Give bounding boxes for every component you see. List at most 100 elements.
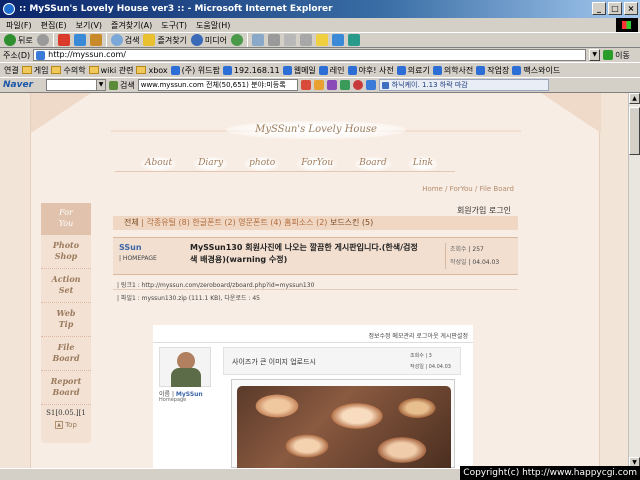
link-webmail[interactable]: 웹메일: [282, 65, 316, 76]
inner-homepage: Homepage: [159, 397, 187, 403]
link-wiki[interactable]: wiki 관련: [88, 65, 133, 76]
vertical-scrollbar[interactable]: ▲ ▼: [628, 93, 640, 468]
edit-icon[interactable]: [284, 34, 297, 46]
sidebar-item-web-tip[interactable]: Web Tip: [41, 303, 91, 337]
home-icon[interactable]: [89, 34, 102, 46]
maximize-button[interactable]: □: [608, 2, 622, 15]
link-veterinary[interactable]: 수의학: [51, 65, 86, 76]
news-ticker[interactable]: 하닉케이. 1.13 하락 마감: [378, 79, 549, 91]
menu-tools[interactable]: 도구(T): [161, 20, 187, 31]
site-title[interactable]: MySSun's Lovely House: [31, 124, 601, 135]
photo-frame: [231, 379, 455, 468]
go-button[interactable]: 이동: [603, 50, 630, 61]
link-rain[interactable]: 레인: [318, 65, 345, 76]
naver-search-select[interactable]: ▼: [46, 79, 106, 91]
ie-page-icon: [432, 65, 442, 75]
link-workshop[interactable]: 작업장: [476, 65, 509, 76]
hits-value: | 257: [468, 246, 484, 253]
naver-cafe-icon[interactable]: [326, 80, 337, 90]
inner-divider: [153, 342, 473, 343]
visit-counter: S1[0.05.][1: [46, 409, 86, 417]
post-link-url[interactable]: | 링크1 : http://myssun.com/zeroboard/zboa…: [117, 280, 314, 289]
print-icon[interactable]: [268, 34, 281, 46]
naver-news-icon[interactable]: [365, 80, 376, 90]
favorites-button[interactable]: 즐겨찾기: [143, 34, 187, 46]
naver-blog-icon[interactable]: [352, 80, 363, 90]
scroll-up-icon[interactable]: ▲: [629, 93, 640, 104]
link-games[interactable]: 게임: [21, 65, 48, 76]
link-faxwide[interactable]: 팩스와이드: [512, 65, 560, 76]
post-homepage-link[interactable]: | HOMEPAGE: [119, 255, 157, 262]
link-yahoo-dict[interactable]: 야후! 사전: [347, 65, 394, 76]
forward-arrow-icon[interactable]: [36, 34, 49, 46]
link-medical-device[interactable]: 의료기: [396, 65, 430, 76]
naver-search-label: 검색: [120, 80, 135, 90]
nav-photo[interactable]: photo: [243, 156, 282, 172]
menu-file[interactable]: 파일(F): [6, 20, 32, 31]
member-links[interactable]: 회원가입 로그인: [457, 205, 511, 216]
folder-icon: [88, 66, 99, 74]
category-list[interactable]: | 각종유틸 (8) 한글폰트 (2) 영문폰트 (4) 홈피소스 (2): [141, 218, 330, 227]
sidebar: For You Photo Shop Action Set Web Tip Fi…: [41, 203, 91, 443]
link-local-ip[interactable]: 192.168.11: [222, 65, 280, 75]
top-link[interactable]: ▲ Top: [41, 421, 91, 429]
category-all[interactable]: 전체: [124, 218, 139, 227]
scroll-thumb[interactable]: [629, 107, 640, 155]
menu-help[interactable]: 도움말(H): [196, 20, 230, 31]
window-title: :: MySSun's Lovely House ver3 :: - Micro…: [19, 4, 333, 14]
link-medical-dict[interactable]: 의학사전: [432, 65, 473, 76]
discuss-icon[interactable]: [300, 34, 313, 46]
note-icon[interactable]: [316, 34, 329, 46]
link-label: 야후! 사전: [358, 65, 394, 75]
link-label: 의료기: [407, 65, 430, 75]
copyright-overlay: Copyright(c) http://www.happycgi.com: [460, 466, 640, 480]
nav-diary[interactable]: Diary: [192, 156, 230, 172]
inner-top-links: 정보수정 메모관리 로그아웃 게시판설정: [368, 333, 468, 340]
minimize-button[interactable]: _: [592, 2, 606, 15]
toolbar-separator: [247, 33, 249, 47]
sidebar-item-report-board[interactable]: Report Board: [41, 371, 91, 405]
messenger-icon[interactable]: [332, 34, 345, 46]
menu-view[interactable]: 보기(V): [76, 20, 102, 31]
nav-link[interactable]: Link: [406, 156, 439, 172]
link-xbox[interactable]: xbox: [136, 66, 168, 75]
nav-divider: [115, 171, 455, 172]
tool-icon[interactable]: [348, 34, 361, 46]
naver-mail-icon[interactable]: [339, 80, 350, 90]
sidebar-item-file-board[interactable]: File Board: [41, 337, 91, 371]
sidebar-item-photo-shop[interactable]: Photo Shop: [41, 235, 91, 269]
page-frame: MySSun's Lovely House About Diary photo …: [30, 93, 601, 468]
sidebar-item-action-set[interactable]: Action Set: [41, 269, 91, 303]
search-icon: [110, 34, 123, 46]
window-controls: _ □ ×: [592, 2, 638, 15]
media-icon: [190, 34, 203, 46]
nav-foryou[interactable]: ForYou: [295, 156, 340, 172]
stop-icon[interactable]: [57, 34, 70, 46]
link-label: 팩스와이드: [523, 65, 561, 75]
media-button[interactable]: 미디어: [190, 34, 227, 46]
menu-edit[interactable]: 편집(E): [41, 20, 67, 31]
post-author[interactable]: SSun: [119, 243, 142, 252]
naver-toolbar: Naver ▼ 검색 www.myssun.com 전체(50,651) 분야:…: [0, 77, 640, 93]
search-button[interactable]: 검색: [110, 34, 139, 46]
address-dropdown-button[interactable]: ▼: [589, 49, 601, 61]
history-icon[interactable]: [231, 34, 244, 46]
post-title: MySSun130 회원사진에 나오는 깔끔한 게시판입니다.(한색/검정색 배…: [190, 243, 418, 264]
naver-menu-icon[interactable]: [313, 80, 324, 90]
naver-logo[interactable]: Naver: [3, 80, 43, 90]
date-label: 작성일: [450, 259, 467, 266]
close-button[interactable]: ×: [624, 2, 638, 15]
highlight-icon[interactable]: [300, 80, 311, 90]
back-button[interactable]: 뒤로: [4, 34, 33, 46]
post-file-attachment[interactable]: | 파일1 : myssun130.zip (111.1 KB), 다운로드 :…: [117, 293, 260, 302]
nav-board[interactable]: Board: [353, 156, 393, 172]
category-board-skin[interactable]: 보드스킨 (5): [330, 218, 373, 227]
menu-favorites[interactable]: 즐겨찾기(A): [111, 20, 152, 31]
nav-about[interactable]: About: [139, 156, 179, 172]
address-input[interactable]: http://myssun.com/: [33, 49, 587, 61]
mail-icon[interactable]: [252, 34, 265, 46]
refresh-icon[interactable]: [73, 34, 86, 46]
naver-search-button[interactable]: 검색: [109, 80, 135, 91]
link-withpharm[interactable]: (주) 위드팜: [170, 65, 220, 76]
naver-info-field[interactable]: www.myssun.com 전체(50,651) 분야:미등록: [137, 79, 298, 91]
